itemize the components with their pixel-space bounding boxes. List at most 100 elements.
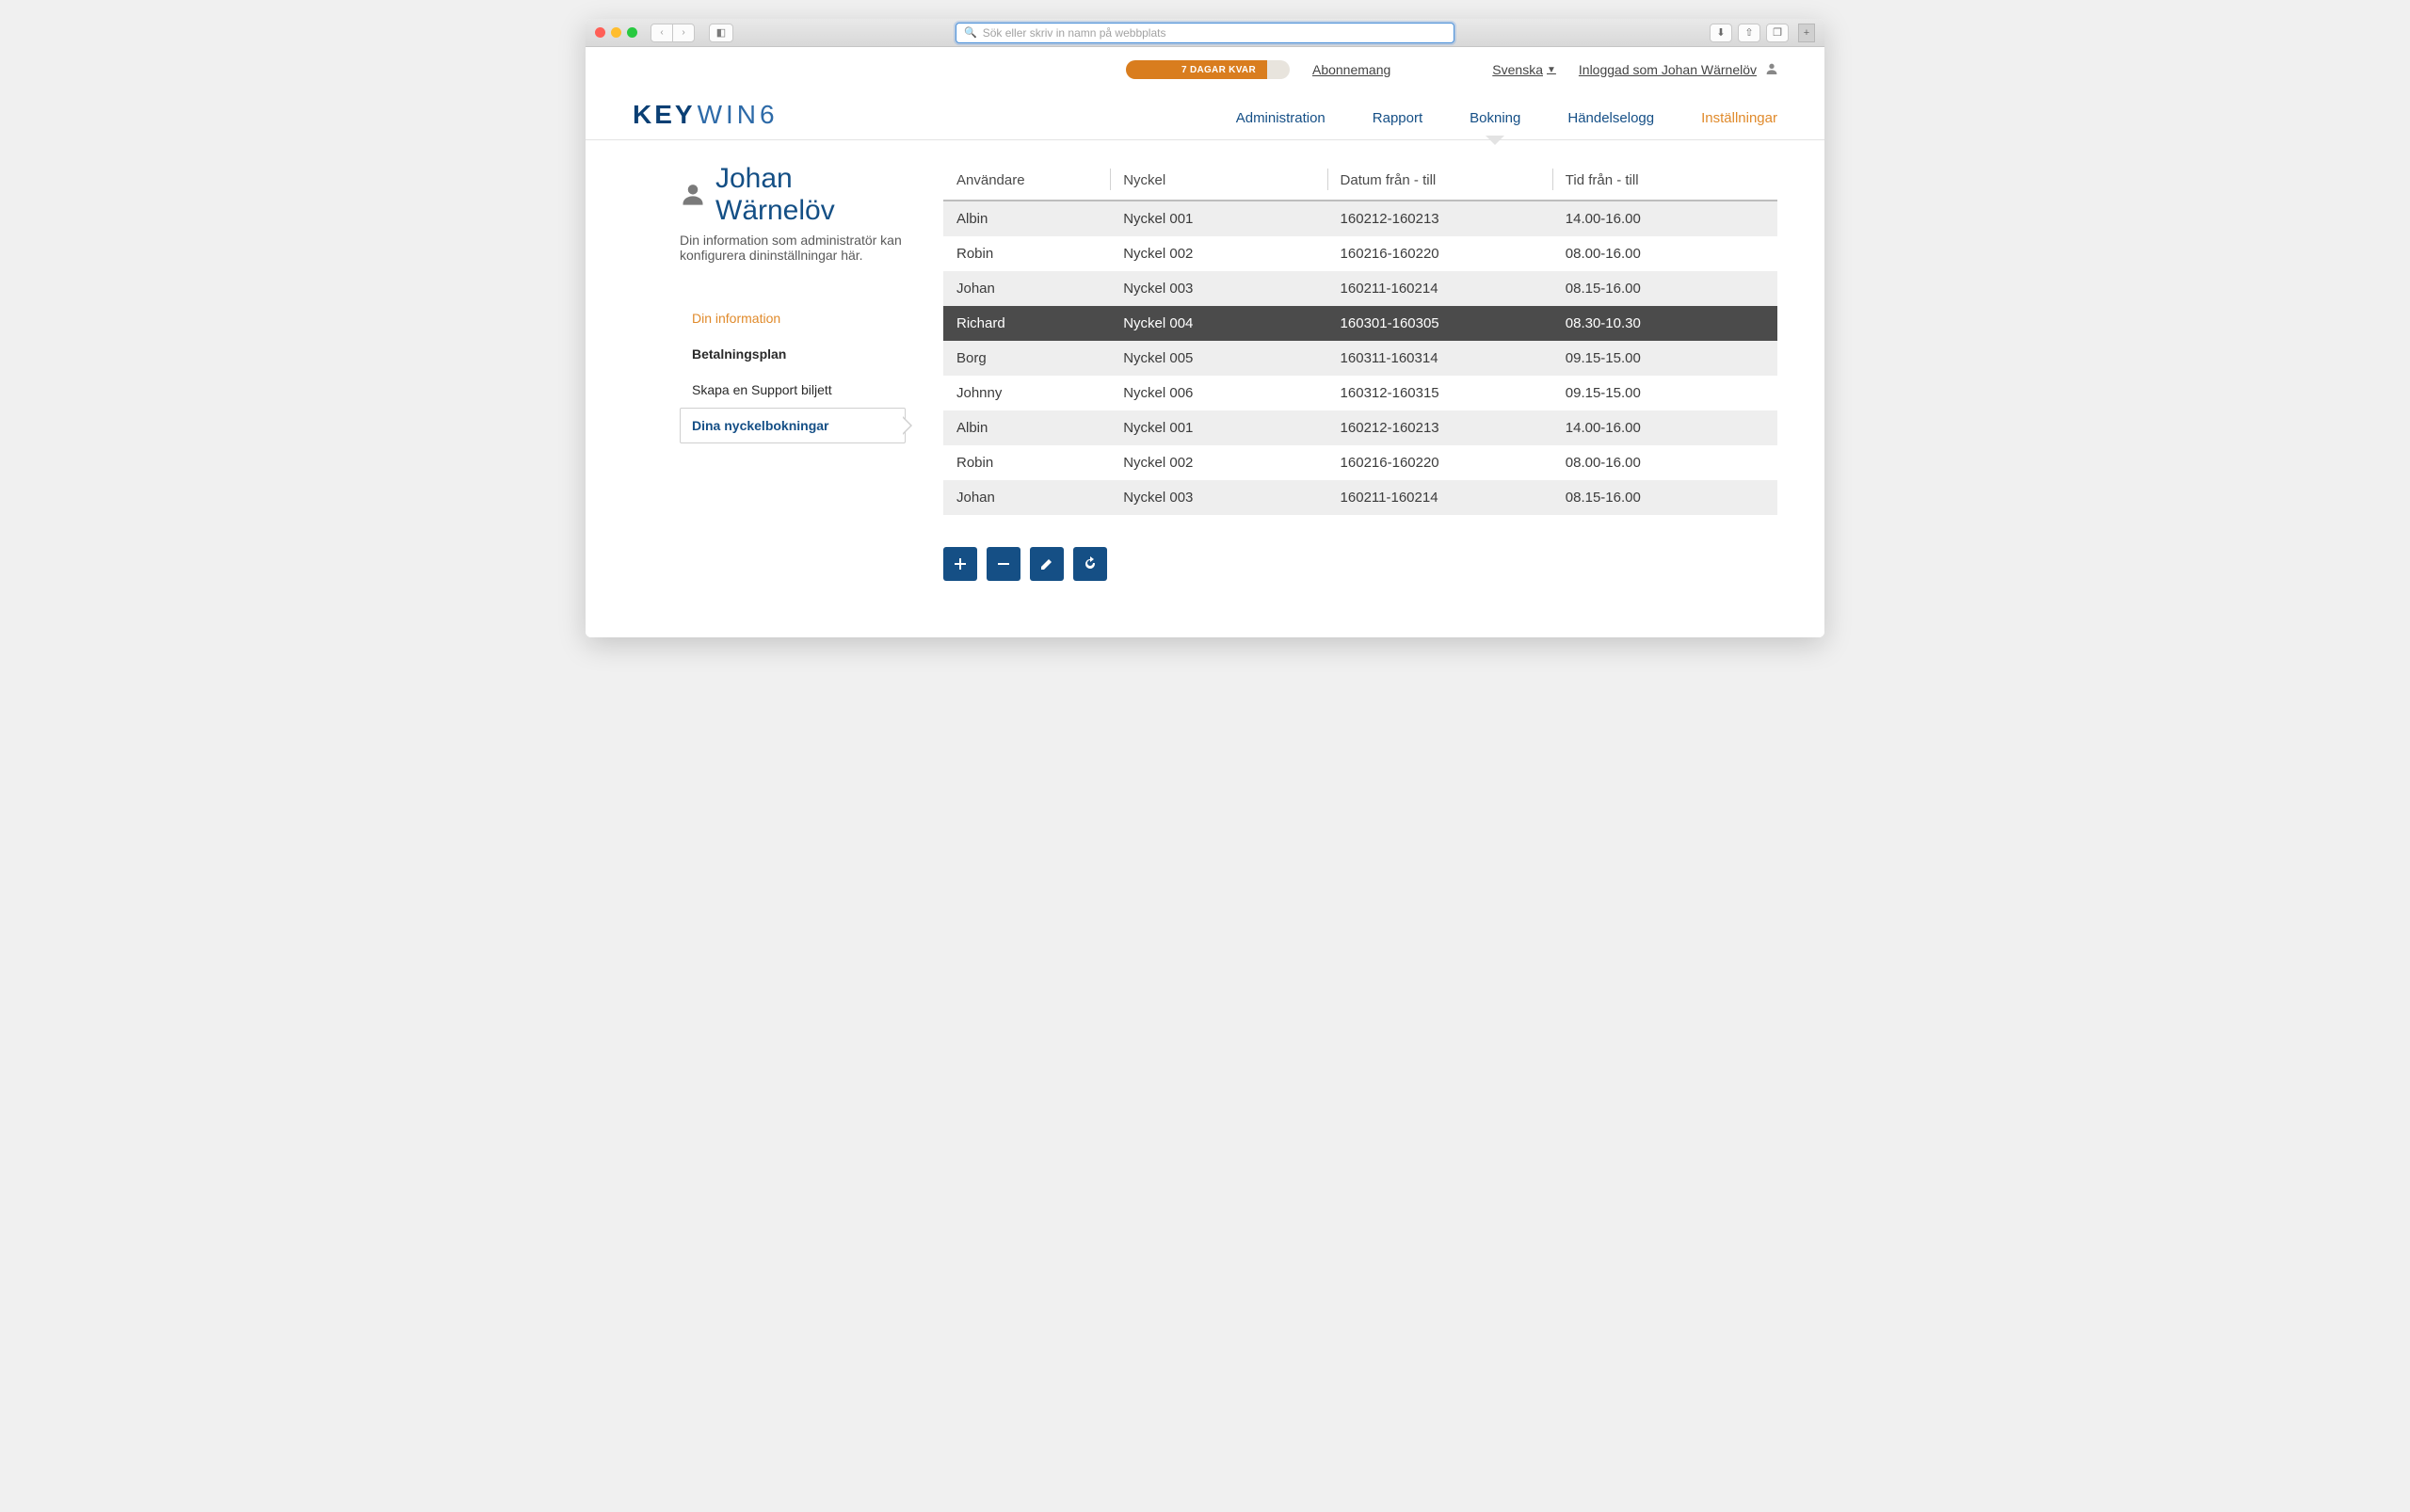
cell-date: 160212-160213 <box>1327 410 1552 445</box>
refresh-button[interactable] <box>1073 547 1107 581</box>
header: KEYWIN6 Administration Rapport Bokning Händ… <box>586 83 1824 140</box>
table-row[interactable]: RobinNyckel 002160216-16022008.00-16.00 <box>943 445 1777 480</box>
language-selector[interactable]: Svenska ▼ <box>1492 62 1556 77</box>
chevron-right-icon: › <box>682 27 684 38</box>
col-header-time[interactable]: Tid från - till <box>1552 163 1777 201</box>
cell-user: Albin <box>943 410 1110 445</box>
cell-date: 160211-160214 <box>1327 480 1552 515</box>
nav-item-händelselogg[interactable]: Händelselogg <box>1567 110 1654 126</box>
settings-sidebar: Din informationBetalningsplanSkapa en Su… <box>680 300 906 443</box>
cell-user: Johan <box>943 480 1110 515</box>
logo: KEYWIN6 <box>633 100 779 130</box>
subscription-link[interactable]: Abonnemang <box>1312 62 1390 77</box>
table-row[interactable]: RobinNyckel 002160216-16022008.00-16.00 <box>943 236 1777 271</box>
nav-item-administration[interactable]: Administration <box>1236 110 1326 126</box>
nav-item-inställningar[interactable]: Inställningar <box>1701 110 1777 126</box>
logo-light: WIN6 <box>698 100 779 130</box>
logged-in-user[interactable]: Inloggad som Johan Wärnelöv <box>1579 61 1779 79</box>
download-icon: ⬇ <box>1716 26 1725 39</box>
table-row[interactable]: JohanNyckel 003160211-16021408.15-16.00 <box>943 271 1777 306</box>
table-row[interactable]: BorgNyckel 005160311-16031409.15-15.00 <box>943 341 1777 376</box>
forward-button[interactable]: › <box>672 24 695 42</box>
sidebar-item-0[interactable]: Din information <box>680 300 906 336</box>
cell-date: 160216-160220 <box>1327 236 1552 271</box>
cell-key: Nyckel 003 <box>1110 480 1326 515</box>
cell-user: Richard <box>943 306 1110 341</box>
cell-date: 160311-160314 <box>1327 341 1552 376</box>
sidebar-toggle-button[interactable]: ◧ <box>709 24 733 42</box>
table-row[interactable]: JohnnyNyckel 006160312-16031509.15-15.00 <box>943 376 1777 410</box>
bookings-table: Användare Nyckel Datum från - till Tid f… <box>943 163 1777 515</box>
cell-time: 08.00-16.00 <box>1552 236 1777 271</box>
page-title: Johan Wärnelöv <box>715 163 906 227</box>
table-row[interactable]: AlbinNyckel 001160212-16021314.00-16.00 <box>943 201 1777 236</box>
cell-key: Nyckel 002 <box>1110 445 1326 480</box>
cell-user: Robin <box>943 445 1110 480</box>
refresh-icon <box>1083 556 1098 571</box>
cell-key: Nyckel 002 <box>1110 236 1326 271</box>
cell-key: Nyckel 001 <box>1110 410 1326 445</box>
chevron-left-icon: ‹ <box>660 27 663 38</box>
cell-key: Nyckel 003 <box>1110 271 1326 306</box>
user-icon <box>1764 61 1779 79</box>
col-header-user[interactable]: Användare <box>943 163 1110 201</box>
maximize-window-icon[interactable] <box>627 27 637 38</box>
nav-back-forward: ‹ › <box>651 24 694 42</box>
sidebar-item-2[interactable]: Skapa en Support biljett <box>680 372 906 408</box>
url-placeholder: Sök eller skriv in namn på webbplats <box>983 26 1166 40</box>
sidebar-icon: ◧ <box>716 26 726 39</box>
table-row[interactable]: RichardNyckel 004160301-16030508.30-10.3… <box>943 306 1777 341</box>
cell-user: Robin <box>943 236 1110 271</box>
pencil-icon <box>1039 556 1054 571</box>
top-bar: 7 DAGAR KVAR Abonnemang Svenska ▼ Inlogg… <box>586 47 1824 83</box>
share-icon: ⇧ <box>1744 26 1753 39</box>
cell-date: 160216-160220 <box>1327 445 1552 480</box>
search-icon: 🔍 <box>964 26 977 39</box>
nav-item-rapport[interactable]: Rapport <box>1373 110 1422 126</box>
page-subtitle: Din information som administratör kan ko… <box>680 233 906 263</box>
cell-time: 08.15-16.00 <box>1552 271 1777 306</box>
cell-user: Johan <box>943 271 1110 306</box>
url-bar[interactable]: 🔍 Sök eller skriv in namn på webbplats <box>956 23 1454 43</box>
table-actions <box>943 547 1777 581</box>
cell-user: Borg <box>943 341 1110 376</box>
plus-icon: + <box>1804 27 1809 39</box>
col-header-date[interactable]: Datum från - till <box>1327 163 1552 201</box>
cell-key: Nyckel 006 <box>1110 376 1326 410</box>
minimize-window-icon[interactable] <box>611 27 621 38</box>
col-header-key[interactable]: Nyckel <box>1110 163 1326 201</box>
cell-time: 09.15-15.00 <box>1552 376 1777 410</box>
cell-time: 08.30-10.30 <box>1552 306 1777 341</box>
traffic-lights <box>595 27 637 38</box>
new-tab-button[interactable]: + <box>1798 24 1815 42</box>
downloads-button[interactable]: ⬇ <box>1710 24 1732 42</box>
main-nav: Administration Rapport Bokning Händelselogg… <box>1236 110 1777 130</box>
tabs-icon: ❐ <box>1773 26 1782 39</box>
table-row[interactable]: AlbinNyckel 001160212-16021314.00-16.00 <box>943 410 1777 445</box>
cell-key: Nyckel 004 <box>1110 306 1326 341</box>
trial-text: 7 DAGAR KVAR <box>1181 65 1256 75</box>
cell-date: 160312-160315 <box>1327 376 1552 410</box>
language-label: Svenska <box>1492 62 1543 77</box>
tabs-button[interactable]: ❐ <box>1766 24 1789 42</box>
cell-key: Nyckel 001 <box>1110 201 1326 236</box>
back-button[interactable]: ‹ <box>651 24 673 42</box>
share-button[interactable]: ⇧ <box>1738 24 1760 42</box>
edit-button[interactable] <box>1030 547 1064 581</box>
browser-window: ‹ › ◧ 🔍 Sök eller skriv in namn på webbp… <box>586 19 1824 637</box>
cell-time: 08.15-16.00 <box>1552 480 1777 515</box>
cell-time: 14.00-16.00 <box>1552 201 1777 236</box>
logged-in-label: Inloggad som Johan Wärnelöv <box>1579 62 1757 77</box>
user-icon <box>680 181 706 210</box>
sidebar-item-3[interactable]: Dina nyckelbokningar <box>680 408 906 443</box>
logo-strong: KEY <box>633 100 696 130</box>
minus-icon <box>996 556 1011 571</box>
cell-time: 09.15-15.00 <box>1552 341 1777 376</box>
sidebar-item-1[interactable]: Betalningsplan <box>680 336 906 372</box>
table-row[interactable]: JohanNyckel 003160211-16021408.15-16.00 <box>943 480 1777 515</box>
trial-pill: 7 DAGAR KVAR <box>1126 60 1290 79</box>
close-window-icon[interactable] <box>595 27 605 38</box>
remove-button[interactable] <box>987 547 1020 581</box>
add-button[interactable] <box>943 547 977 581</box>
nav-item-bokning[interactable]: Bokning <box>1470 110 1520 126</box>
